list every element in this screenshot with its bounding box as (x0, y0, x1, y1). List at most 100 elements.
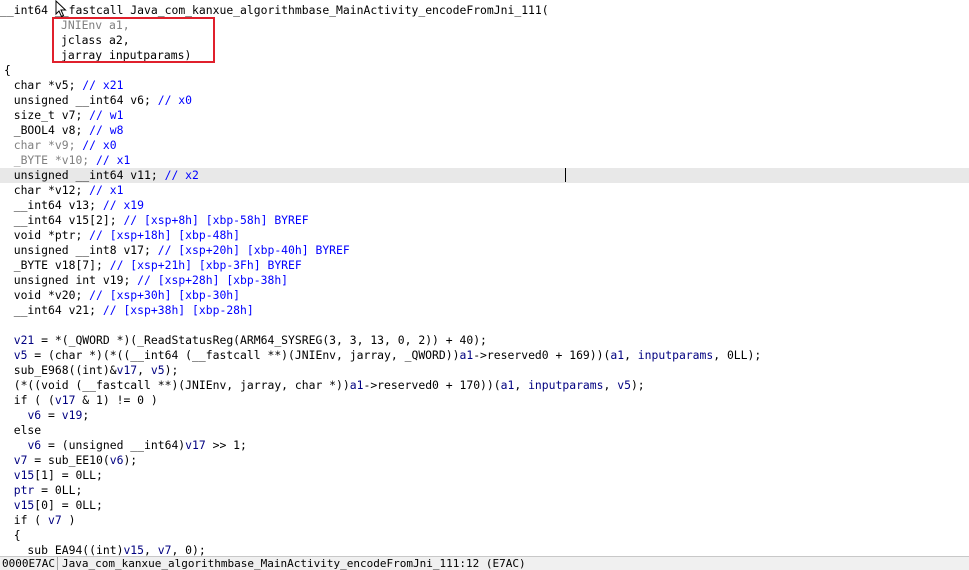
decl-line[interactable]: void *v20; // [xsp+30h] [xbp-30h] (0, 288, 969, 303)
code-text: if ( ( (13, 393, 55, 407)
code-line[interactable]: v21 = *(_QWORD *)(_ReadStatusReg(ARM64_S… (0, 333, 969, 348)
code-variable: a1 (610, 348, 625, 362)
code-text: , 0LL); (713, 348, 762, 362)
code-variable: v5 (13, 348, 28, 362)
text-caret (565, 168, 566, 182)
decl-code: __int64 v13; (13, 198, 103, 212)
decl-line[interactable]: __int64 v13; // x19 (0, 198, 969, 213)
code-text: ); (630, 378, 645, 392)
code-text: , (137, 363, 151, 377)
code-text: if ( (13, 513, 49, 527)
code-text: , (144, 543, 158, 556)
code-line[interactable]: (*((void (__fastcall **)(JNIEnv, jarray,… (0, 378, 969, 393)
code-variable: a1 (500, 378, 515, 392)
code-line[interactable]: if ( (v17 & 1) != 0 ) (0, 393, 969, 408)
pseudocode-view[interactable]: __int64 __fastcall Java_com_kanxue_algor… (0, 0, 969, 556)
code-variable: v17 (185, 438, 206, 452)
decl-line[interactable]: size_t v7; // w1 (0, 108, 969, 123)
decl-line[interactable]: char *v5; // x21 (0, 78, 969, 93)
signature-return-type: __int64 (0, 3, 55, 17)
decl-line[interactable]: _BYTE v18[7]; // [xsp+21h] [xbp-3Fh] BYR… (0, 258, 969, 273)
decl-line[interactable]: __int64 v15[2]; // [xsp+8h] [xbp-58h] BY… (0, 213, 969, 228)
decl-comment: // x0 (157, 93, 193, 107)
code-variable: v15 (13, 498, 35, 512)
code-text: = 0LL; (34, 483, 83, 497)
code-variable: v6 (27, 408, 42, 422)
code-variable: v15 (123, 543, 145, 556)
mouse-cursor-icon (55, 0, 67, 18)
code-variable: a1 (349, 378, 364, 392)
code-variable: inputparams (637, 348, 714, 362)
decl-code: _BYTE v18[7]; (13, 258, 110, 272)
code-variable: v7 (13, 453, 28, 467)
code-variable: v6 (27, 438, 42, 452)
status-bar: 0000E7AC Java_com_kanxue_algorithmbase_Ma… (0, 556, 969, 570)
decl-comment: // w1 (89, 108, 124, 122)
code-variable: v21 (13, 333, 35, 347)
decl-line[interactable]: unsigned __int64 v11; // x2 (0, 168, 969, 183)
code-line[interactable]: v15[0] = 0LL; (0, 498, 969, 513)
decl-code: char *v5; (13, 78, 83, 92)
decl-line[interactable]: void *ptr; // [xsp+18h] [xbp-48h] (0, 228, 969, 243)
code-variable: a1 (459, 348, 474, 362)
decl-line[interactable]: _BOOL4 v8; // w8 (0, 123, 969, 138)
decl-comment: // x19 (102, 198, 145, 212)
brace-open[interactable]: { (4, 63, 969, 78)
decl-comment: // [xsp+18h] [xbp-48h] (89, 228, 241, 242)
code-line[interactable]: { (0, 528, 969, 543)
decl-line[interactable]: unsigned __int64 v6; // x0 (0, 93, 969, 108)
decl-code: unsigned __int64 v6; (13, 93, 158, 107)
code-line[interactable]: sub_EA94((int)v15, v7, 0); (0, 543, 969, 556)
decl-code: unsigned __int8 v17; (13, 243, 158, 257)
decl-code: char *v12; (13, 183, 90, 197)
code-text: ; (82, 408, 90, 422)
decl-comment: // x1 (96, 153, 131, 167)
decl-code: _BOOL4 v8; (13, 123, 90, 137)
code-variable: v5 (150, 363, 165, 377)
code-line[interactable]: ptr = 0LL; (0, 483, 969, 498)
code-text: ); (164, 363, 179, 377)
code-variable: v7 (157, 543, 172, 556)
code-line[interactable]: v5 = (char *)(*((__int64 (__fastcall **)… (0, 348, 969, 363)
code-text: ->reserved0 + 169))( (473, 348, 611, 362)
code-text: , (603, 378, 618, 392)
code-variable: v5 (617, 378, 631, 392)
decl-line[interactable]: __int64 v21; // [xsp+38h] [xbp-28h] (0, 303, 969, 318)
code-variable: v15 (13, 468, 35, 482)
code-text: = sub_EE10( (27, 453, 110, 467)
decl-code: __int64 v15[2]; (13, 213, 124, 227)
code-line[interactable]: v7 = sub_EE10(v6); (0, 453, 969, 468)
decl-line[interactable]: unsigned int v19; // [xsp+28h] [xbp-38h] (0, 273, 969, 288)
code-line[interactable]: if ( v7 ) (0, 513, 969, 528)
function-signature[interactable]: __int64 __fastcall Java_com_kanxue_algor… (0, 3, 969, 18)
code-variable: v17 (116, 363, 138, 377)
decl-comment: // [xsp+30h] [xbp-30h] (89, 288, 241, 302)
decl-comment: // [xsp+38h] [xbp-28h] (102, 303, 254, 317)
code-line[interactable]: else (0, 423, 969, 438)
code-line[interactable]: sub_E968((int)&v17, v5); (0, 363, 969, 378)
decl-line[interactable]: char *v9; // x0 (0, 138, 969, 153)
code-text: [0] = 0LL; (34, 498, 103, 512)
decl-line[interactable]: char *v12; // x1 (0, 183, 969, 198)
code-variable: v7 (48, 513, 62, 527)
decl-comment: // [xsp+28h] [xbp-38h] (137, 273, 289, 287)
code-text: ); (123, 453, 138, 467)
code-text: sub_EA94((int) (13, 543, 124, 556)
annotation-highlight-box (52, 17, 215, 63)
decl-comment: // x0 (82, 138, 117, 152)
decl-line[interactable]: _BYTE *v10; // x1 (0, 153, 969, 168)
code-variable: inputparams (528, 378, 604, 392)
code-text: sub_E968((int)& (13, 363, 117, 377)
code-line[interactable]: v6 = (unsigned __int64)v17 >> 1; (0, 438, 969, 453)
decl-code: void *ptr; (13, 228, 90, 242)
code-variable: ptr (13, 483, 35, 497)
signature-function-name: Java_com_kanxue_algorithmbase_MainActivi… (123, 3, 549, 17)
code-line[interactable]: v15[1] = 0LL; (0, 468, 969, 483)
decl-line[interactable]: unsigned __int8 v17; // [xsp+20h] [xbp-4… (0, 243, 969, 258)
status-address: 0000E7AC (0, 557, 58, 570)
code-text: { (13, 528, 21, 542)
code-line[interactable]: v6 = v19; (0, 408, 969, 423)
code-text: = (char *)(*((__int64 (__fastcall **)(JN… (27, 348, 460, 362)
code-text: ->reserved0 + 170))( (363, 378, 501, 392)
